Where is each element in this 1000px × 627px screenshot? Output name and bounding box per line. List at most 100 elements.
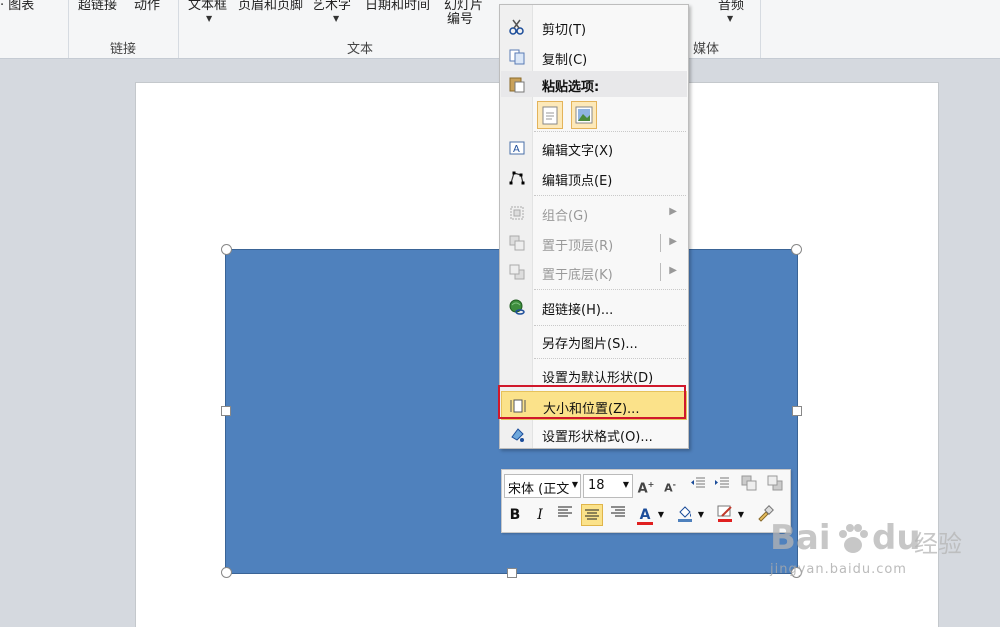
menu-item-label: 编辑文字(X) xyxy=(542,144,614,159)
menu-item-copy[interactable]: 复制(C) xyxy=(501,43,687,71)
watermark-brand: Bai xyxy=(770,518,831,558)
paste-as-picture-button[interactable] xyxy=(571,101,597,129)
group-label-links: 链接 xyxy=(110,42,137,57)
paste-keep-format-button[interactable] xyxy=(537,101,563,129)
group-divider xyxy=(178,0,179,58)
font-name-value: 宋体 (正文 xyxy=(508,482,570,497)
italic-button[interactable]: I xyxy=(529,504,551,526)
watermark-jingyan: 经验 xyxy=(914,530,962,558)
ribbon-chart-button[interactable]: · 图表 xyxy=(0,0,34,13)
scissors-icon xyxy=(509,19,524,35)
paste-picture-icon xyxy=(575,106,593,124)
submenu-arrow-icon: ▶ xyxy=(669,236,677,247)
align-left-icon xyxy=(558,506,572,517)
ribbon-datetime-button[interactable]: 日期和时间 xyxy=(365,0,430,13)
paste-options-label: 粘贴选项: xyxy=(542,80,600,95)
menu-item-edit-text[interactable]: A 编辑文字(X) xyxy=(501,134,687,162)
chevron-down-icon: ▼ xyxy=(333,14,340,23)
submenu-arrow-icon: ▶ xyxy=(669,206,677,217)
menu-separator xyxy=(534,358,686,359)
mini-toolbar: 宋体 (正文 ▼ 18 ▼ A+ A- B I A ▼ ▼ ▼ xyxy=(501,469,791,533)
group-icon xyxy=(510,206,524,220)
send-back-icon xyxy=(509,264,525,280)
ribbon-textbox-button[interactable]: 文本框 xyxy=(188,0,227,13)
ribbon-action-button[interactable]: 动作 xyxy=(134,0,160,13)
resize-handle[interactable] xyxy=(507,568,517,578)
font-color-button[interactable]: A xyxy=(634,504,656,526)
copy-icon xyxy=(509,49,525,65)
menu-item-send-to-back[interactable]: 置于底层(K) ▶ xyxy=(501,258,687,286)
svg-text:A: A xyxy=(513,144,520,155)
menu-item-format-shape[interactable]: 设置形状格式(O)... xyxy=(501,420,687,448)
menu-item-group[interactable]: 组合(G) ▶ xyxy=(501,199,687,227)
menu-separator xyxy=(534,289,686,290)
menu-item-label: 剪切(T) xyxy=(542,23,587,38)
chevron-down-icon[interactable]: ▼ xyxy=(656,504,666,526)
fill-color-button[interactable] xyxy=(674,504,696,526)
ribbon-wordart-button[interactable]: 艺术字 xyxy=(312,0,351,13)
shrink-font-button[interactable]: A- xyxy=(660,475,680,495)
menu-item-label: 组合(G) xyxy=(542,209,589,224)
resize-handle[interactable] xyxy=(221,244,232,255)
hyperlink-icon xyxy=(509,299,525,315)
increase-indent-icon xyxy=(715,477,729,488)
menu-item-label: 超链接(H)... xyxy=(542,303,614,318)
center-button[interactable] xyxy=(581,504,603,526)
font-color-icon: A xyxy=(639,507,651,523)
resize-handle[interactable] xyxy=(791,244,802,255)
menu-separator xyxy=(534,325,686,326)
grow-font-button[interactable]: A+ xyxy=(636,475,656,496)
edit-text-icon: A xyxy=(509,141,525,155)
resize-handle[interactable] xyxy=(221,406,231,416)
align-left-button[interactable] xyxy=(554,504,576,526)
menu-item-edit-points[interactable]: 编辑顶点(E) xyxy=(501,164,687,192)
bring-forward-button[interactable] xyxy=(739,475,759,495)
decrease-indent-icon xyxy=(691,477,705,488)
decrease-indent-button[interactable] xyxy=(688,475,708,495)
ribbon-slide-number-label: 编号 xyxy=(447,12,474,27)
send-backward-icon xyxy=(767,475,783,491)
menu-item-cut[interactable]: 剪切(T) xyxy=(501,13,687,41)
split-divider xyxy=(660,263,661,281)
bring-front-icon xyxy=(509,235,525,251)
chevron-down-icon[interactable]: ▼ xyxy=(736,504,746,526)
menu-item-hyperlink[interactable]: 超链接(H)... xyxy=(501,293,687,321)
menu-item-bring-to-front[interactable]: 置于顶层(R) ▶ xyxy=(501,229,687,257)
menu-item-label: 编辑顶点(E) xyxy=(542,174,613,189)
group-divider xyxy=(760,0,761,58)
resize-handle[interactable] xyxy=(221,567,232,578)
annotation-highlight-box xyxy=(498,385,686,419)
menu-item-label: 设置形状格式(O)... xyxy=(542,430,653,445)
resize-handle[interactable] xyxy=(792,406,802,416)
menu-item-save-as-picture[interactable]: 另存为图片(S)... xyxy=(501,327,687,355)
menu-item-label: 另存为图片(S)... xyxy=(542,337,638,352)
ribbon-hyperlink-button[interactable]: 超链接 xyxy=(78,0,117,13)
paste-clipboard-icon xyxy=(542,106,558,125)
align-right-button[interactable] xyxy=(607,504,629,526)
chevron-down-icon: ▼ xyxy=(206,14,213,23)
align-center-icon xyxy=(585,509,599,520)
menu-item-label: 设置为默认形状(D) xyxy=(542,371,654,386)
context-menu: 剪切(T) 复制(C) 粘贴选项: A 编辑文字(X) 编辑顶点(E) 组合(G… xyxy=(499,4,689,449)
ribbon-audio-button[interactable]: 音频 xyxy=(718,0,744,13)
menu-item-label: 置于底层(K) xyxy=(542,268,613,283)
format-shape-icon xyxy=(511,428,524,442)
bold-button[interactable]: B xyxy=(504,504,526,526)
split-divider xyxy=(660,234,661,252)
menu-separator xyxy=(534,195,686,196)
increase-indent-button[interactable] xyxy=(712,475,732,495)
edit-points-icon xyxy=(509,171,525,185)
paste-options-header: 粘贴选项: xyxy=(501,71,687,97)
group-label-text: 文本 xyxy=(347,42,374,57)
send-backward-button[interactable] xyxy=(765,475,785,495)
watermark-url: jingyan.baidu.com xyxy=(770,562,907,577)
chevron-down-icon: ▼ xyxy=(727,14,734,23)
align-right-icon xyxy=(611,506,625,517)
font-size-combobox[interactable]: 18 ▼ xyxy=(583,474,633,498)
outline-color-button[interactable] xyxy=(714,504,736,526)
chevron-down-icon[interactable]: ▼ xyxy=(696,504,706,526)
paste-icon xyxy=(509,77,525,93)
submenu-arrow-icon: ▶ xyxy=(669,265,677,276)
font-name-combobox[interactable]: 宋体 (正文 ▼ xyxy=(504,474,581,498)
ribbon-header-footer-button[interactable]: 页眉和页脚 xyxy=(238,0,303,13)
